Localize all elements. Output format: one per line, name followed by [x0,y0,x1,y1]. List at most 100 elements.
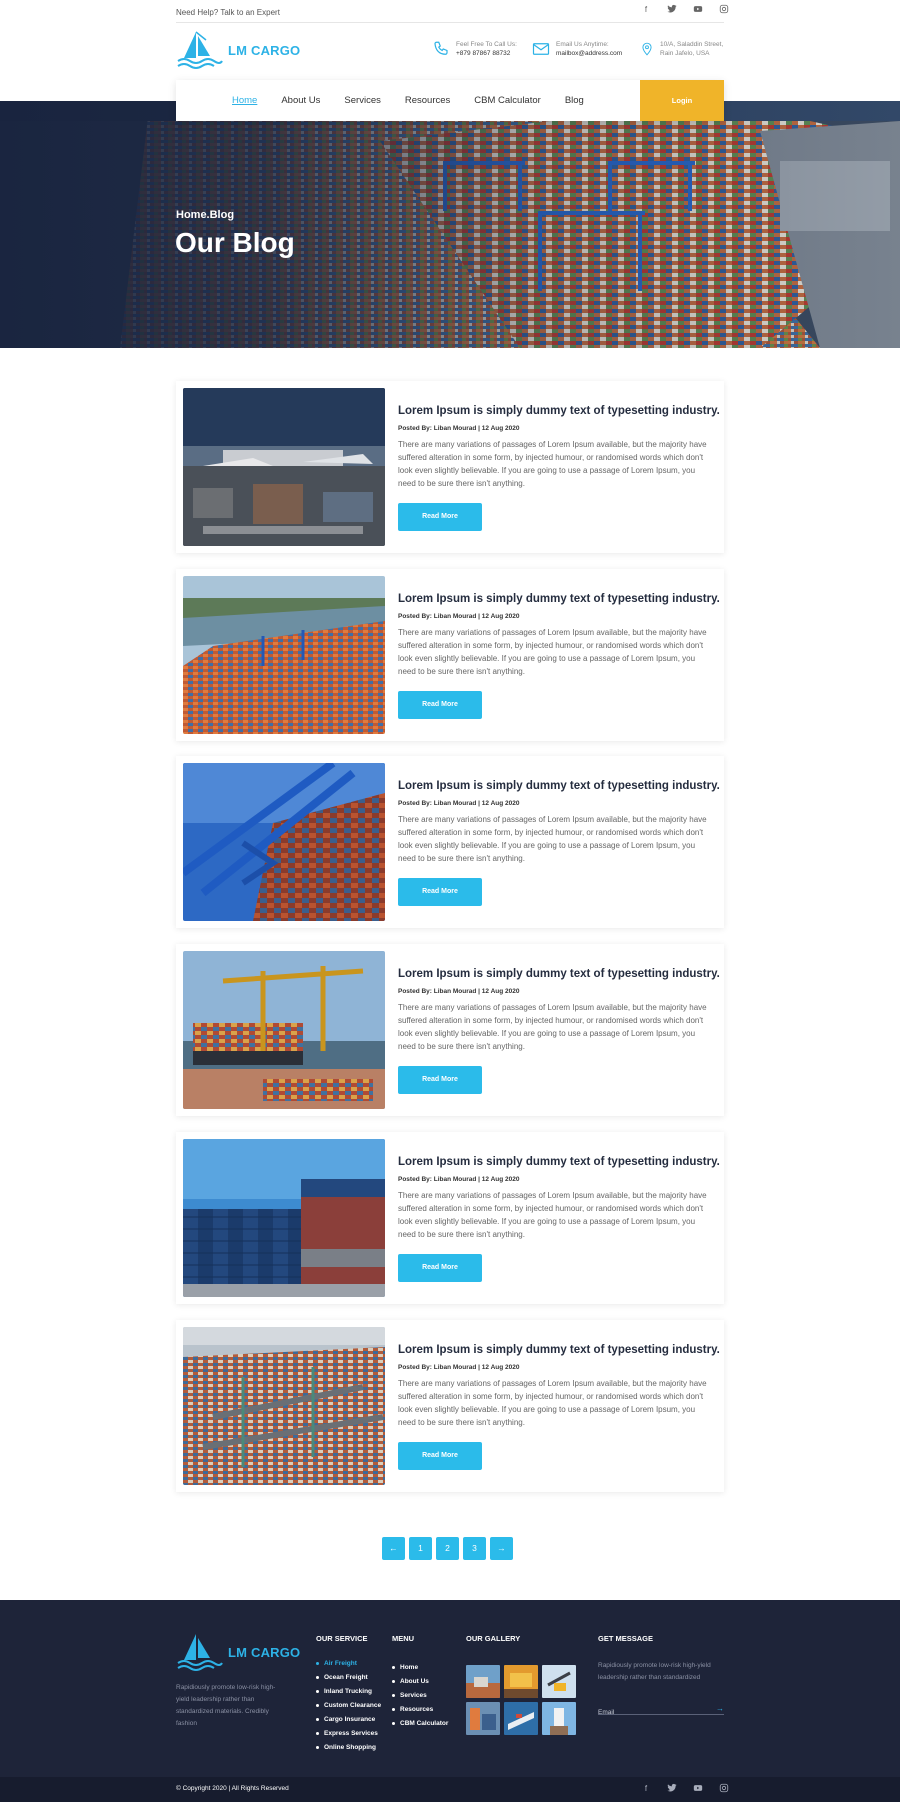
top-bar: Need Help? Talk to an Expert f [0,0,900,24]
youtube-icon[interactable] [692,1783,704,1795]
youtube-icon[interactable] [692,4,704,16]
footer-logo[interactable]: LM CARGO [176,1632,300,1672]
read-more-button[interactable]: Read More [398,1254,482,1282]
gallery-thumb[interactable] [542,1702,576,1735]
read-more-button[interactable]: Read More [398,878,482,906]
footer-menu-item[interactable]: Resources [392,1702,448,1716]
post-meta: Posted By: Liban Mourad | 12 Aug 2020 [398,800,520,807]
blog-card: Lorem Ipsum is simply dummy text of type… [176,569,724,741]
footer-gallery [466,1665,576,1735]
post-title[interactable]: Lorem Ipsum is simply dummy text of type… [398,405,720,417]
login-button[interactable]: Login [640,80,724,121]
footer-message-text: Rapidiously promote low-risk high-yield … [598,1662,711,1681]
address-line-2: Rain Jafelo, USA [660,50,710,57]
hero-overlay [0,101,900,348]
hero-banner: Home.Blog Our Blog [0,101,900,348]
nav-item-cbm-calculator[interactable]: CBM Calculator [474,95,541,106]
nav-item-resources[interactable]: Resources [405,95,450,106]
email-input[interactable]: Email → [598,1701,724,1716]
footer-service-item[interactable]: Express Services [316,1726,381,1740]
brand-name: LM CARGO [228,42,301,58]
prev-page-button[interactable]: ← [382,1537,405,1560]
blog-image-terminal[interactable] [183,1327,385,1485]
contact-email: Email Us Anytime: mailbox@address.com [532,40,622,58]
read-more-button[interactable]: Read More [398,691,482,719]
post-meta: Posted By: Liban Mourad | 12 Aug 2020 [398,988,520,995]
footer-brand-name: LM CARGO [228,1644,301,1660]
contact-value: +879 87867 88732 [456,50,511,57]
footer-heading-message: GET MESSAGE [598,1634,654,1643]
next-page-button[interactable]: → [490,1537,513,1560]
read-more-button[interactable]: Read More [398,503,482,531]
footer-menu-item[interactable]: Services [392,1688,448,1702]
post-excerpt: There are many variations of passages of… [398,1003,707,1051]
nav-item-home[interactable]: Home [232,95,257,106]
gallery-thumb[interactable] [466,1665,500,1698]
post-meta: Posted By: Liban Mourad | 12 Aug 2020 [398,1176,520,1183]
facebook-icon[interactable]: f [640,4,652,16]
nav-item-blog[interactable]: Blog [565,95,584,106]
blog-image-container-stack[interactable] [183,1139,385,1297]
footer: LM CARGO Rapidiously promote low-risk hi… [0,1600,900,1777]
twitter-icon[interactable] [666,1783,678,1795]
contact-label: Email Us Anytime: [556,41,609,48]
gallery-thumb[interactable] [504,1665,538,1698]
read-more-button[interactable]: Read More [398,1066,482,1094]
post-excerpt: There are many variations of passages of… [398,1379,707,1427]
footer-service-item[interactable]: Ocean Freight [316,1670,381,1684]
footer-service-item[interactable]: Cargo Insurance [316,1712,381,1726]
instagram-icon[interactable] [718,4,730,16]
footer-about-text: Rapidiously promote low-risk high-yield … [176,1684,276,1727]
post-title[interactable]: Lorem Ipsum is simply dummy text of type… [398,593,720,605]
footer-social-links: f [640,1783,730,1795]
post-title[interactable]: Lorem Ipsum is simply dummy text of type… [398,1156,720,1168]
blog-image-harbor[interactable] [183,576,385,734]
contact-address: 10/A, Saladdin Street, Rain Jafelo, USA [640,40,723,58]
location-icon [642,42,652,56]
footer-menu-item[interactable]: About Us [392,1674,448,1688]
email-placeholder: Email [598,1709,615,1716]
footer-service-item[interactable]: Custom Clearance [316,1698,381,1712]
breadcrumb: Home.Blog [176,209,235,221]
gallery-thumb[interactable] [466,1702,500,1735]
top-divider [176,22,724,23]
post-title[interactable]: Lorem Ipsum is simply dummy text of type… [398,1344,720,1356]
blog-card: Lorem Ipsum is simply dummy text of type… [176,756,724,928]
post-title[interactable]: Lorem Ipsum is simply dummy text of type… [398,780,720,792]
footer-service-item[interactable]: Inland Trucking [316,1684,381,1698]
blog-image-crane[interactable] [183,763,385,921]
gallery-thumb[interactable] [542,1665,576,1698]
gallery-thumb[interactable] [504,1702,538,1735]
contact-label: Feel Free To Call Us: [456,41,517,48]
pagination: ← 1 2 3 → [382,1537,513,1560]
nav-item-about-us[interactable]: About Us [281,95,320,106]
page-1-button[interactable]: 1 [409,1537,432,1560]
phone-icon [434,41,448,55]
blog-image-ship[interactable] [183,951,385,1109]
nav-item-services[interactable]: Services [344,95,380,106]
send-arrow-icon[interactable]: → [716,1704,724,1713]
footer-menu-item[interactable]: CBM Calculator [392,1716,448,1730]
footer-service-item[interactable]: Online Shopping [316,1740,381,1754]
twitter-icon[interactable] [666,4,678,16]
instagram-icon[interactable] [718,1783,730,1795]
footer-service-item[interactable]: Air Freight [316,1656,381,1670]
read-more-button[interactable]: Read More [398,1442,482,1470]
page-title: Our Blog [175,227,295,258]
footer-menu-item[interactable]: Home [392,1660,448,1674]
help-text: Need Help? Talk to an Expert [176,8,280,17]
post-meta: Posted By: Liban Mourad | 12 Aug 2020 [398,425,520,432]
site-logo[interactable]: LM CARGO [176,30,300,70]
post-excerpt: There are many variations of passages of… [398,440,707,488]
facebook-icon[interactable]: f [640,1783,652,1795]
blog-card: Lorem Ipsum is simply dummy text of type… [176,944,724,1116]
blog-image-airport[interactable] [183,388,385,546]
post-title[interactable]: Lorem Ipsum is simply dummy text of type… [398,968,720,980]
post-excerpt: There are many variations of passages of… [398,815,707,863]
page-3-button[interactable]: 3 [463,1537,486,1560]
post-meta: Posted By: Liban Mourad | 12 Aug 2020 [398,1364,520,1371]
post-excerpt: There are many variations of passages of… [398,1191,707,1239]
address-line-1: 10/A, Saladdin Street, [660,41,724,48]
blog-card: Lorem Ipsum is simply dummy text of type… [176,1132,724,1304]
page-2-button[interactable]: 2 [436,1537,459,1560]
